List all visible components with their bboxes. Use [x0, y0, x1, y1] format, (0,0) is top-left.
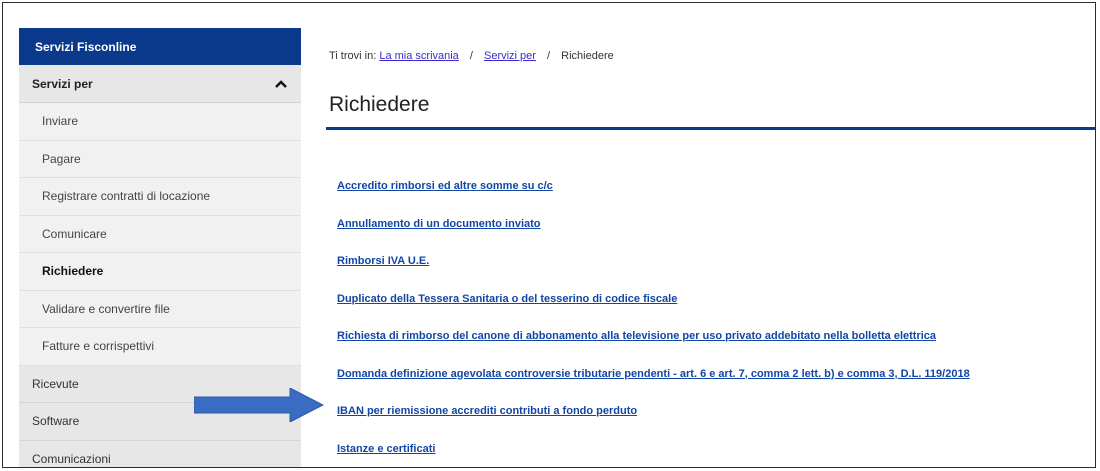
sidebar-group-label: Servizi per	[32, 76, 93, 91]
breadcrumb-separator: /	[469, 50, 473, 62]
link-duplicato-tessera[interactable]: Duplicato della Tessera Sanitaria o del …	[337, 293, 970, 331]
breadcrumb-separator: /	[547, 50, 551, 62]
sidebar-item-richiedere[interactable]: Richiedere	[19, 253, 301, 291]
sidebar-item-registrare-contratti[interactable]: Registrare contratti di locazione	[19, 178, 301, 216]
sidebar-item-validare-file[interactable]: Validare e convertire file	[19, 290, 301, 328]
sidebar-item-pagare[interactable]: Pagare	[19, 140, 301, 178]
link-annullamento-documento[interactable]: Annullamento di un documento inviato	[337, 218, 970, 256]
sidebar-item-comunicare[interactable]: Comunicare	[19, 215, 301, 253]
breadcrumb-prefix: Ti trovi in:	[329, 50, 377, 62]
link-iban-riemissione[interactable]: IBAN per riemissione accrediti contribut…	[337, 405, 970, 443]
page-title: Richiedere	[329, 93, 430, 116]
sidebar-item-fatture[interactable]: Fatture e corrispettivi	[19, 328, 301, 366]
sidebar-item-comunicazioni[interactable]: Comunicazioni	[19, 440, 301, 467]
service-links-list: Accredito rimborsi ed altre somme su c/c…	[337, 180, 970, 468]
link-istanze-certificati[interactable]: Istanze e certificati	[337, 443, 970, 468]
sidebar-group-servizi-per[interactable]: Servizi per	[19, 65, 301, 103]
link-accredito-rimborsi[interactable]: Accredito rimborsi ed altre somme su c/c	[337, 180, 970, 218]
title-divider	[326, 127, 1095, 130]
breadcrumb-current: Richiedere	[561, 50, 614, 62]
link-rimborso-canone-tv[interactable]: Richiesta di rimborso del canone di abbo…	[337, 330, 970, 368]
breadcrumb-link-servizi-per[interactable]: Servizi per	[484, 50, 536, 62]
link-rimborsi-iva-ue[interactable]: Rimborsi IVA U.E.	[337, 255, 970, 293]
link-definizione-agevolata[interactable]: Domanda definizione agevolata controvers…	[337, 368, 970, 406]
sidebar-item-inviare[interactable]: Inviare	[19, 103, 301, 141]
sidebar-header[interactable]: Servizi Fisconline	[19, 28, 301, 65]
chevron-up-icon[interactable]	[273, 76, 289, 92]
arrow-right-icon	[193, 387, 325, 427]
breadcrumb-link-scrivania[interactable]: La mia scrivania	[379, 50, 458, 62]
breadcrumb: Ti trovi in: La mia scrivania / Servizi …	[329, 50, 614, 62]
screenshot-frame: Servizi Fisconline Servizi per Inviare P…	[2, 2, 1096, 468]
